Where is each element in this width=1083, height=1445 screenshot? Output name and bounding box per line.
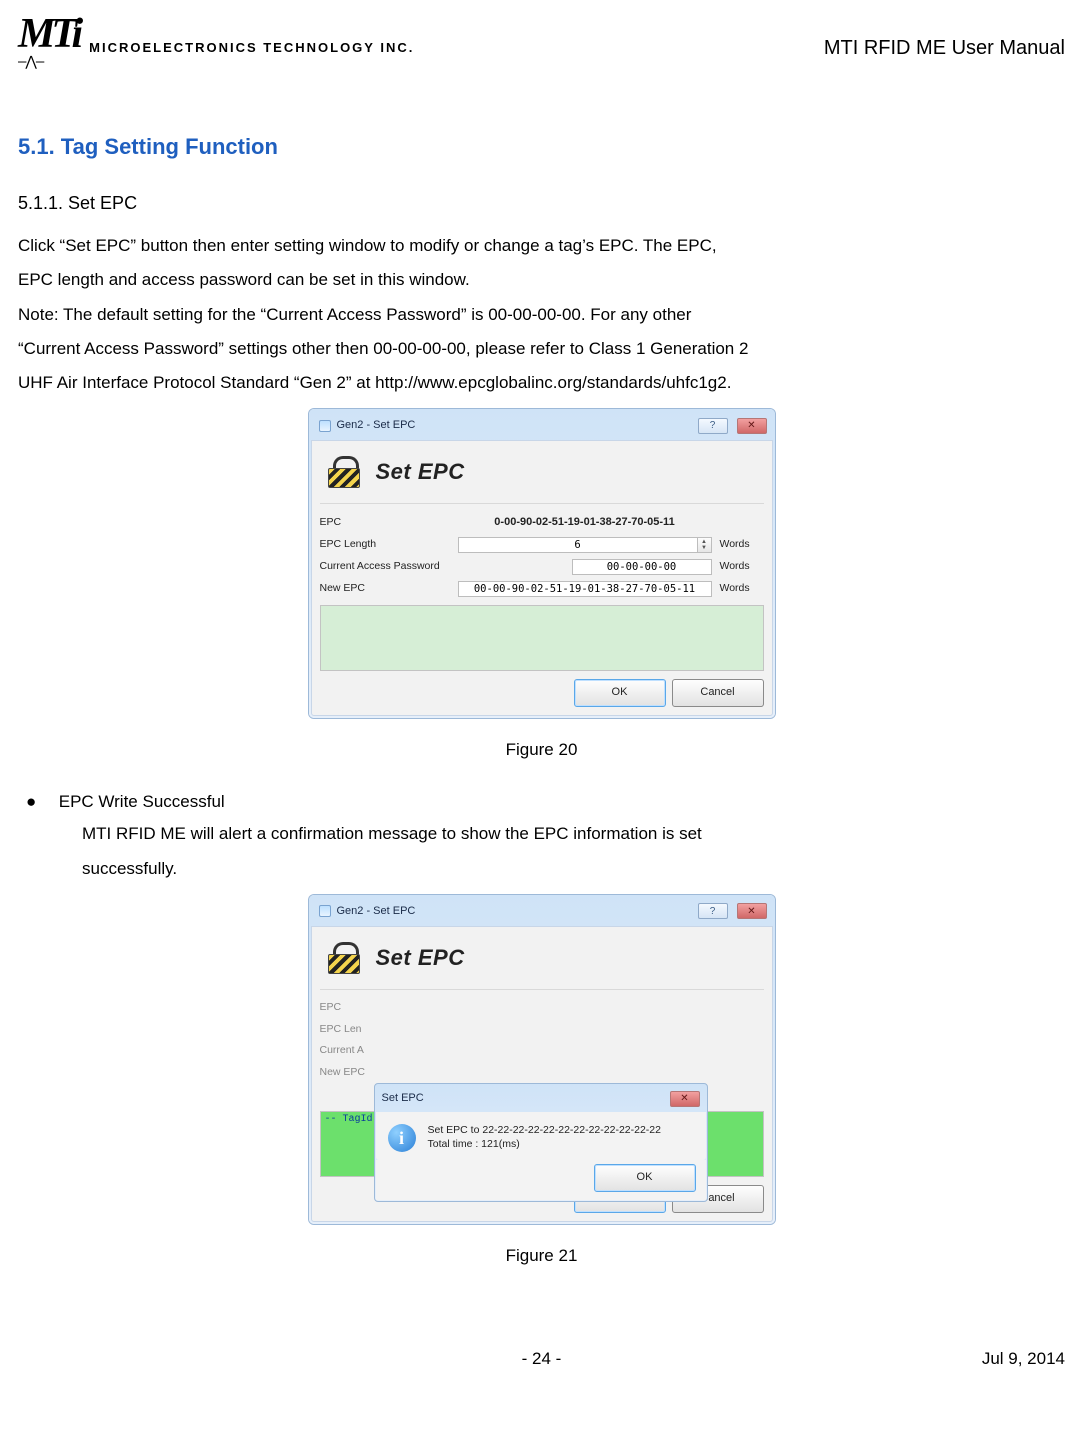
dialog-hero-title: Set EPC <box>376 451 465 493</box>
epc-label: EPC <box>320 513 458 533</box>
lock-icon <box>324 456 362 488</box>
document-title: MTI RFID ME User Manual <box>824 29 1065 67</box>
new-epc-row: New EPC <box>320 1063 764 1083</box>
app-icon <box>319 905 331 917</box>
subsection-heading: 5.1.1. Set EPC <box>18 186 1065 220</box>
footer-date: Jul 9, 2014 <box>982 1343 1065 1375</box>
paragraph-line: EPC length and access password can be se… <box>18 264 1065 296</box>
epc-length-unit: Words <box>712 535 764 555</box>
dialog-title-text: Gen2 - Set EPC <box>337 901 416 922</box>
info-icon: i <box>388 1124 416 1152</box>
cancel-button[interactable]: Cancel <box>672 679 764 707</box>
dialog-titlebar: Gen2 - Set EPC ? ✕ <box>311 897 773 926</box>
close-button[interactable]: ✕ <box>737 418 767 434</box>
access-password-label: Current Access Password <box>320 557 458 577</box>
messagebox-title: Set EPC <box>382 1088 424 1109</box>
figure-21-caption: Figure 21 <box>18 1240 1065 1272</box>
lock-icon <box>324 942 362 974</box>
epc-length-input[interactable] <box>458 537 698 553</box>
epc-row: EPC <box>320 998 764 1018</box>
messagebox-line: Total time : 121(ms) <box>428 1138 661 1152</box>
dialog-hero-title: Set EPC <box>376 937 465 979</box>
messagebox-close-button[interactable]: ✕ <box>670 1091 700 1107</box>
messagebox-ok-button[interactable]: OK <box>594 1164 696 1192</box>
epc-length-row: EPC Length ▲▼ Words <box>320 535 764 555</box>
dialog-hero: Set EPC <box>320 933 764 990</box>
page-number: - 24 - <box>522 1343 562 1375</box>
result-log <box>320 605 764 671</box>
access-password-input[interactable] <box>572 559 712 575</box>
dialog-hero: Set EPC <box>320 447 764 504</box>
messagebox-text: Set EPC to 22-22-22-22-22-22-22-22-22-22… <box>428 1124 661 1152</box>
bullet-description-line: successfully. <box>18 853 1065 885</box>
bullet-title: EPC Write Successful <box>59 792 225 811</box>
access-password-row: Current Access Password Words <box>320 557 764 577</box>
close-button[interactable]: ✕ <box>737 903 767 919</box>
access-password-unit: Words <box>712 557 764 577</box>
app-icon <box>319 420 331 432</box>
paragraph-line: “Current Access Password” settings other… <box>18 333 1065 365</box>
set-epc-dialog: Gen2 - Set EPC ? ✕ Set EPC EPC EPC Len C… <box>309 895 775 1224</box>
paragraph-line: UHF Air Interface Protocol Standard “Gen… <box>18 367 1065 399</box>
help-button[interactable]: ? <box>698 903 728 919</box>
paragraph-line: Note: The default setting for the “Curre… <box>18 299 1065 331</box>
help-button[interactable]: ? <box>698 418 728 434</box>
epc-length-spinner[interactable]: ▲▼ <box>698 537 712 553</box>
company-logo: MTi —⋀— MICROELECTRONICS TECHNOLOGY INC. <box>18 20 414 76</box>
figure-20-screenshot: Gen2 - Set EPC ? ✕ Set EPC EPC 0-00-90-0… <box>18 409 1065 717</box>
set-epc-dialog: Gen2 - Set EPC ? ✕ Set EPC EPC 0-00-90-0… <box>309 409 775 717</box>
figure-21-screenshot: Gen2 - Set EPC ? ✕ Set EPC EPC EPC Len C… <box>18 895 1065 1224</box>
epc-length-row: EPC Len <box>320 1020 764 1040</box>
messagebox-line: Set EPC to 22-22-22-22-22-22-22-22-22-22… <box>428 1124 661 1138</box>
new-epc-input[interactable] <box>458 581 712 597</box>
dialog-title-text: Gen2 - Set EPC <box>337 415 416 436</box>
section-heading: 5.1. Tag Setting Function <box>18 126 1065 168</box>
document-header: MTi —⋀— MICROELECTRONICS TECHNOLOGY INC.… <box>18 20 1065 76</box>
epc-row: EPC 0-00-90-02-51-19-01-38-27-70-05-11 <box>320 512 764 533</box>
figure-20-caption: Figure 20 <box>18 734 1065 766</box>
logo-mark: MTi <box>18 20 79 49</box>
access-password-row: Current A <box>320 1041 764 1061</box>
new-epc-label: New EPC <box>320 579 458 599</box>
document-footer: - 24 - Jul 9, 2014 <box>18 1343 1065 1375</box>
paragraph-line: Click “Set EPC” button then enter settin… <box>18 230 1065 262</box>
new-epc-row: New EPC Words <box>320 579 764 599</box>
dialog-titlebar: Gen2 - Set EPC ? ✕ <box>311 411 773 440</box>
epc-length-label: EPC Length <box>320 535 458 555</box>
ok-button[interactable]: OK <box>574 679 666 707</box>
bullet-epc-write-successful: EPC Write Successful <box>54 786 1065 818</box>
epc-value: 0-00-90-02-51-19-01-38-27-70-05-11 <box>458 512 712 533</box>
logo-company-name: MICROELECTRONICS TECHNOLOGY INC. <box>89 36 414 61</box>
new-epc-unit: Words <box>712 579 764 599</box>
bullet-description-line: MTI RFID ME will alert a confirmation me… <box>18 818 1065 850</box>
